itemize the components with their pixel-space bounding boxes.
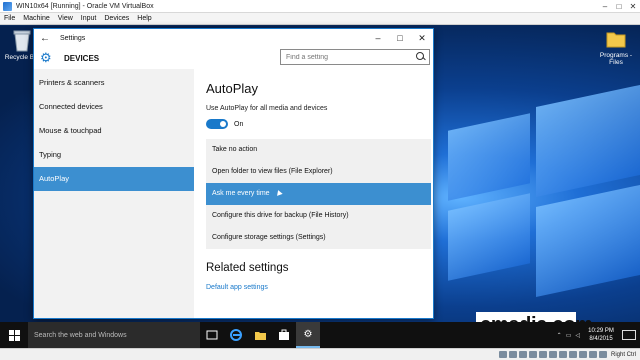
autoplay-toggle-row: On: [206, 118, 433, 130]
autoplay-toggle-label: Use AutoPlay for all media and devices: [206, 105, 328, 112]
search-box[interactable]: [280, 49, 430, 65]
menu-file[interactable]: File: [4, 15, 15, 22]
mouse-integration-icon[interactable]: [588, 351, 597, 358]
edge-icon: [230, 329, 242, 341]
task-view-icon: [206, 330, 218, 340]
taskbar-clock[interactable]: 10:29 PM 8/4/2015: [584, 327, 618, 343]
watermark-text: cmedia.com: [476, 312, 593, 322]
desktop-icon-label: Programs - Files: [599, 52, 633, 66]
optical-drive-icon[interactable]: [508, 351, 517, 358]
host-key-label: Right Ctrl: [610, 351, 636, 358]
nav-item-connected-devices[interactable]: Connected devices: [34, 95, 194, 119]
back-arrow-icon[interactable]: ←: [34, 33, 56, 44]
related-settings-title: Related settings: [206, 262, 289, 274]
store-icon: [279, 329, 289, 340]
option-configure-backup[interactable]: Configure this drive for backup (File Hi…: [206, 205, 431, 227]
taskbar-search-placeholder: Search the web and Windows: [34, 331, 127, 339]
display-icon[interactable]: [558, 351, 567, 358]
cpu-icon[interactable]: [578, 351, 587, 358]
settings-nav: Printers & scanners Connected devices Mo…: [34, 69, 194, 318]
wallpaper-logo-pane: [448, 113, 530, 201]
store-button[interactable]: [272, 322, 296, 348]
settings-body: Printers & scanners Connected devices Mo…: [34, 69, 433, 318]
tray-chevron-icon[interactable]: ⌃: [557, 332, 562, 339]
settings-window-controls: – □ ✕: [367, 33, 433, 44]
folder-icon: [254, 331, 266, 340]
autoplay-default-list: Take no action Open folder to view files…: [206, 139, 431, 249]
desktop-icon-programs-files[interactable]: Programs - Files: [596, 28, 636, 66]
vbox-menubar: File Machine View Input Devices Help: [0, 13, 640, 25]
menu-input[interactable]: Input: [81, 15, 97, 22]
taskbar-search-box[interactable]: Search the web and Windows: [28, 322, 200, 348]
windows-logo-icon: [15, 336, 20, 341]
notification-icon[interactable]: [622, 330, 636, 340]
option-label: Ask me every time: [212, 190, 270, 197]
volume-icon[interactable]: ◁: [575, 332, 580, 339]
hard-disk-icon[interactable]: [498, 351, 507, 358]
maximize-icon[interactable]: □: [389, 33, 411, 44]
taskbar: Search the web and Windows ⚙ ⌃ ▭ ◁ 10:29…: [0, 322, 640, 348]
vbox-statusbar: Right Ctrl: [0, 348, 640, 360]
autoplay-content: AutoPlay Use AutoPlay for all media and …: [194, 69, 433, 318]
toggle-state-label: On: [234, 120, 244, 128]
folder-icon: [606, 32, 626, 48]
windows-logo-icon: [9, 330, 14, 335]
virtualbox-icon: [3, 1, 12, 11]
vbox-window-controls: – □ ✕: [598, 0, 640, 13]
capture-icon[interactable]: [568, 351, 577, 358]
close-icon[interactable]: ✕: [411, 33, 433, 44]
vbox-titlebar: WIN10x64 [Running] - Oracle VM VirtualBo…: [0, 0, 640, 13]
shared-folder-icon[interactable]: [548, 351, 557, 358]
network-icon[interactable]: ▭: [566, 332, 572, 339]
start-button[interactable]: [0, 322, 28, 348]
search-input[interactable]: [281, 53, 413, 61]
vbox-window-title: WIN10x64 [Running] - Oracle VM VirtualBo…: [16, 2, 154, 10]
close-icon[interactable]: ✕: [626, 0, 640, 13]
wallpaper-logo-pane: [536, 184, 640, 298]
gear-icon: ⚙: [40, 50, 52, 65]
section-title: AutoPlay: [206, 81, 259, 96]
search-icon[interactable]: [413, 50, 429, 64]
page-title: DEVICES: [64, 53, 100, 63]
clock-date: 8/4/2015: [589, 336, 613, 342]
network-adapter-icon[interactable]: [528, 351, 537, 358]
wallpaper-logo-pane: [448, 193, 530, 281]
gear-icon: ⚙: [303, 328, 313, 340]
settings-window-title: Settings: [60, 34, 86, 42]
audio-icon[interactable]: [518, 351, 527, 358]
autoplay-toggle[interactable]: [206, 119, 228, 129]
settings-window: ← Settings – □ ✕ ⚙ DEVICES Printers & sc…: [33, 28, 434, 319]
recycle-bin-icon: [13, 30, 31, 52]
task-view-button[interactable]: [200, 322, 224, 348]
menu-help[interactable]: Help: [137, 15, 151, 22]
settings-taskbar-button[interactable]: ⚙: [296, 322, 320, 348]
menu-devices[interactable]: Devices: [104, 15, 129, 22]
maximize-icon[interactable]: □: [612, 0, 626, 13]
option-ask-me-every-time[interactable]: Ask me every time: [206, 183, 431, 205]
mouse-cursor-icon: [274, 189, 283, 196]
keyboard-icon[interactable]: [598, 351, 607, 358]
file-explorer-button[interactable]: [248, 322, 272, 348]
clock-time: 10:29 PM: [588, 328, 614, 334]
system-tray: ⌃ ▭ ◁ 10:29 PM 8/4/2015: [557, 322, 640, 348]
edge-button[interactable]: [224, 322, 248, 348]
nav-item-typing[interactable]: Typing: [34, 143, 194, 167]
nav-item-printers-scanners[interactable]: Printers & scanners: [34, 71, 194, 95]
menu-machine[interactable]: Machine: [23, 15, 49, 22]
wallpaper-logo-pane: [536, 84, 640, 198]
option-open-folder[interactable]: Open folder to view files (File Explorer…: [206, 161, 431, 183]
windows-logo-icon: [15, 330, 20, 335]
menu-view[interactable]: View: [58, 15, 73, 22]
nav-item-mouse-touchpad[interactable]: Mouse & touchpad: [34, 119, 194, 143]
minimize-icon[interactable]: –: [598, 0, 612, 13]
option-take-no-action[interactable]: Take no action: [206, 139, 431, 161]
settings-titlebar: ← Settings – □ ✕: [34, 29, 433, 47]
default-app-settings-link[interactable]: Default app settings: [206, 284, 433, 291]
windows-logo-icon: [9, 336, 14, 341]
nav-item-autoplay[interactable]: AutoPlay: [34, 167, 194, 191]
option-configure-storage[interactable]: Configure storage settings (Settings): [206, 227, 431, 249]
minimize-icon[interactable]: –: [367, 33, 389, 44]
usb-icon[interactable]: [538, 351, 547, 358]
